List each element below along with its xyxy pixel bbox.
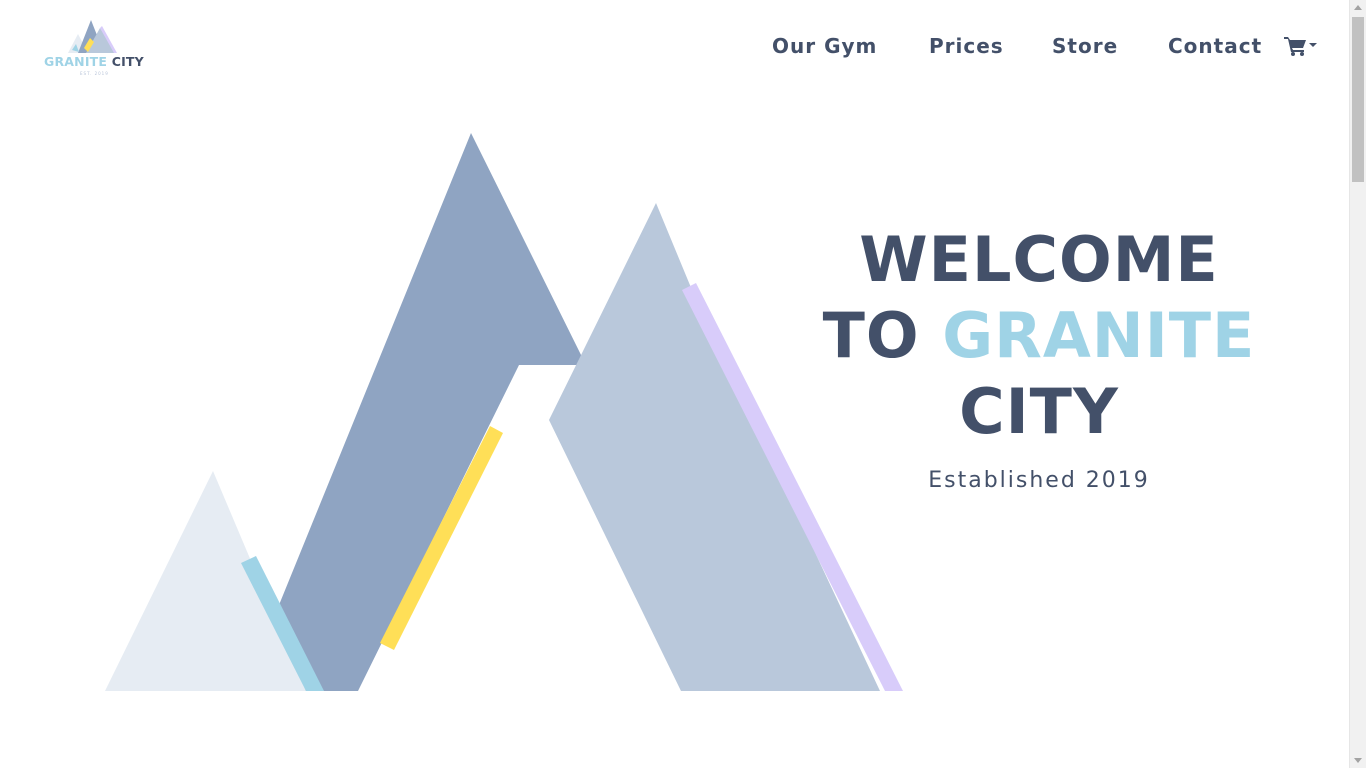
- nav-contact[interactable]: Contact: [1168, 31, 1262, 61]
- hero-title: WELCOME TO GRANITE CITY: [800, 222, 1278, 450]
- hero-title-line3: CITY: [959, 375, 1119, 448]
- hero-title-line1: WELCOME: [859, 223, 1219, 296]
- page-scrollbar[interactable]: [1349, 0, 1366, 768]
- scrollbar-thumb[interactable]: [1352, 17, 1364, 182]
- mountain-small: [105, 471, 306, 691]
- hero-subtitle: Established 2019: [928, 468, 1150, 493]
- nav-store[interactable]: Store: [1052, 31, 1118, 61]
- hero-title-granite: GRANITE: [942, 299, 1256, 372]
- page: GRANITE CITY EST. 2019 Our Gym Prices St…: [0, 0, 1349, 768]
- hero-title-to: TO: [822, 299, 920, 372]
- scroll-up-arrow-icon[interactable]: [1354, 5, 1362, 10]
- caret-down-icon: [1309, 43, 1317, 47]
- hero-title-line2: TO GRANITE: [800, 298, 1278, 374]
- scroll-down-arrow-icon[interactable]: [1354, 758, 1362, 763]
- shopping-cart-icon: [1284, 37, 1306, 56]
- cart-dropdown[interactable]: [1284, 34, 1320, 58]
